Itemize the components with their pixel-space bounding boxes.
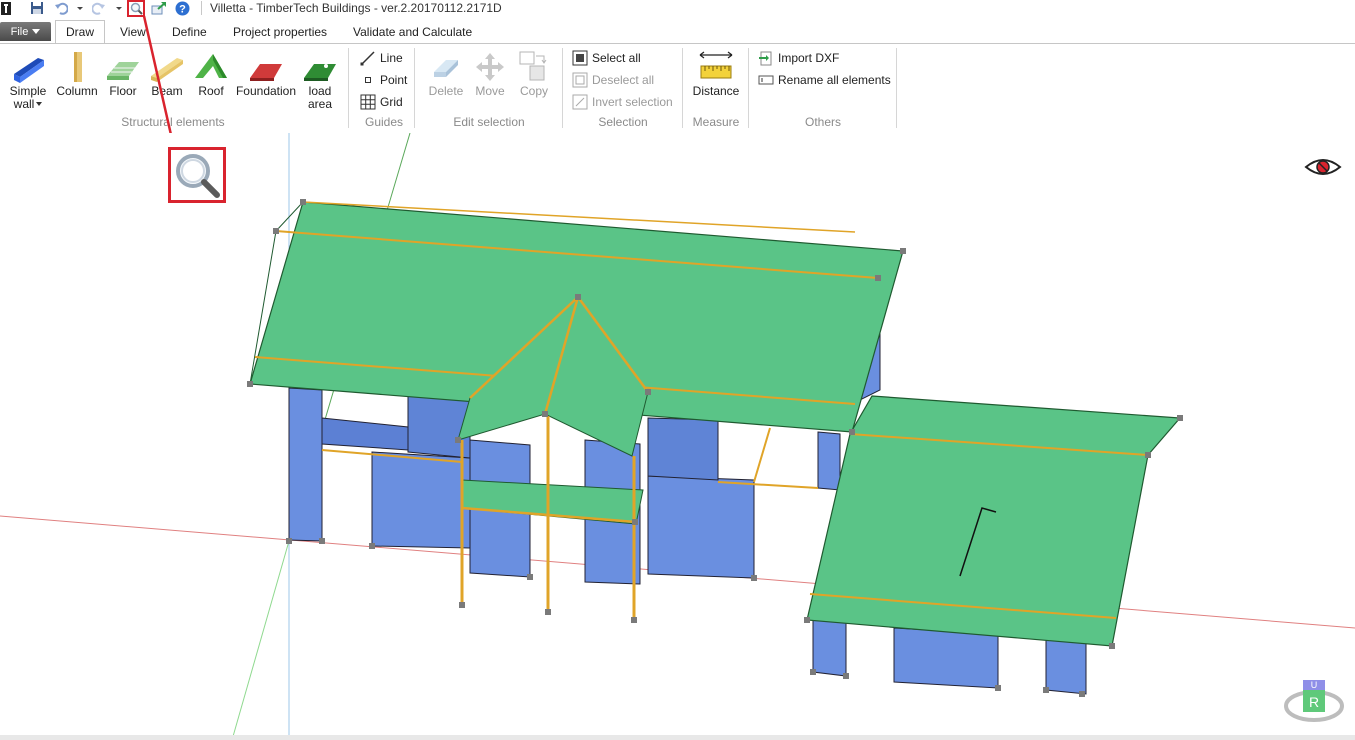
visibility-toggle-icon[interactable] [1304,154,1342,180]
building-model[interactable] [0,133,1355,740]
zoom-icon-callout [168,147,226,203]
y-axis-green [231,540,290,740]
3d-viewport[interactable]: U R [0,133,1355,740]
navigation-cube[interactable]: U R [1283,676,1345,724]
nav-cube-top-label: U [1311,680,1318,690]
magnifier-icon [176,154,220,198]
nav-cube-front-label: R [1309,694,1319,710]
status-bar [0,735,1355,740]
